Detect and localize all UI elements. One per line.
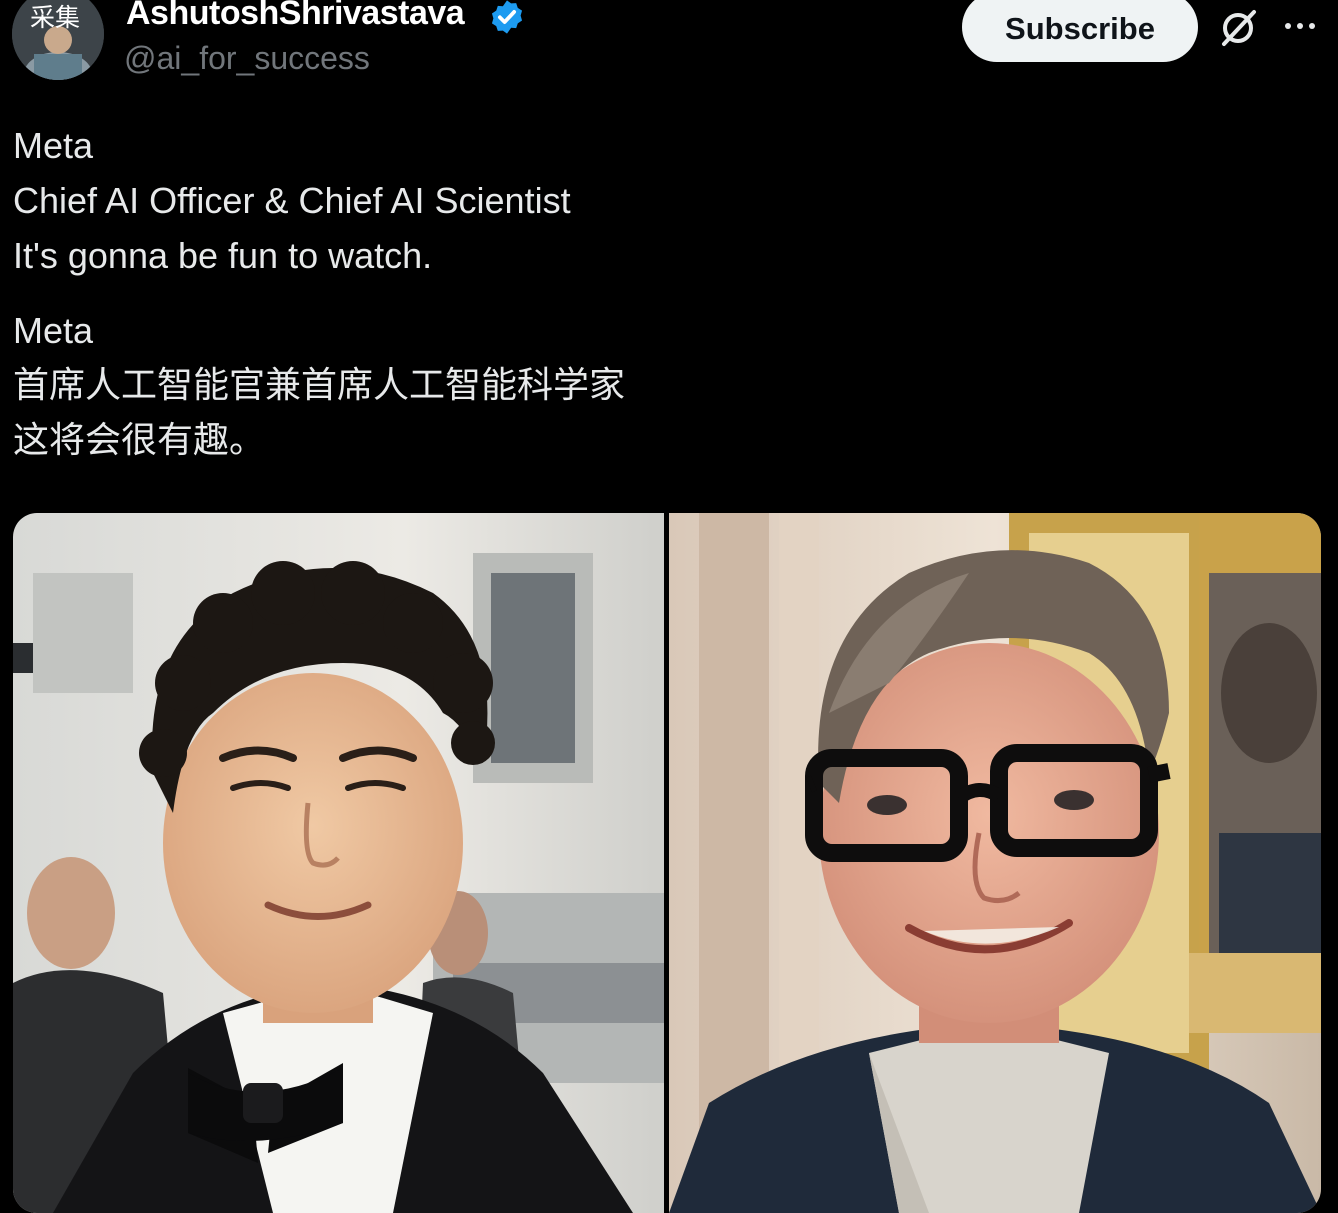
tweet-paragraph-chinese: Meta 首席人工智能官兼首席人工智能科学家 这将会很有趣。 <box>13 303 1313 468</box>
tweet-line: Meta <box>13 125 94 166</box>
author-display-name[interactable]: AshutoshShrivastava <box>126 0 465 33</box>
tweet-header: 采集 AshutoshShrivastava @ai_for_success S… <box>0 0 1338 100</box>
tweet-line: 这将会很有趣。 <box>13 420 266 461</box>
tweet-text: Meta Chief AI Officer & Chief AI Scienti… <box>13 118 1313 468</box>
tweet-media-grid <box>13 513 1321 1213</box>
author-handle[interactable]: @ai_for_success <box>124 40 370 77</box>
more-dots-icon[interactable] <box>1282 18 1318 34</box>
young-man-tuxedo-bowtie-photo[interactable] <box>13 513 664 1213</box>
avatar[interactable]: 采集 <box>12 0 104 80</box>
tweet-line: 首席人工智能官兼首席人工智能科学家 <box>13 365 626 406</box>
verified-badge-icon <box>491 0 523 34</box>
tweet-line: It's gonna be fun to watch. <box>13 235 433 276</box>
tweet-line: Chief AI Officer & Chief AI Scientist <box>13 180 571 221</box>
tweet-paragraph-english: Meta Chief AI Officer & Chief AI Scienti… <box>13 118 1313 283</box>
avatar-badge: 采集 <box>30 3 81 32</box>
grok-slash-icon[interactable] <box>1216 6 1260 50</box>
subscribe-button[interactable]: Subscribe <box>962 0 1198 62</box>
man-black-glasses-gold-frame-photo[interactable] <box>669 513 1321 1213</box>
tweet-line: Meta <box>13 310 94 351</box>
